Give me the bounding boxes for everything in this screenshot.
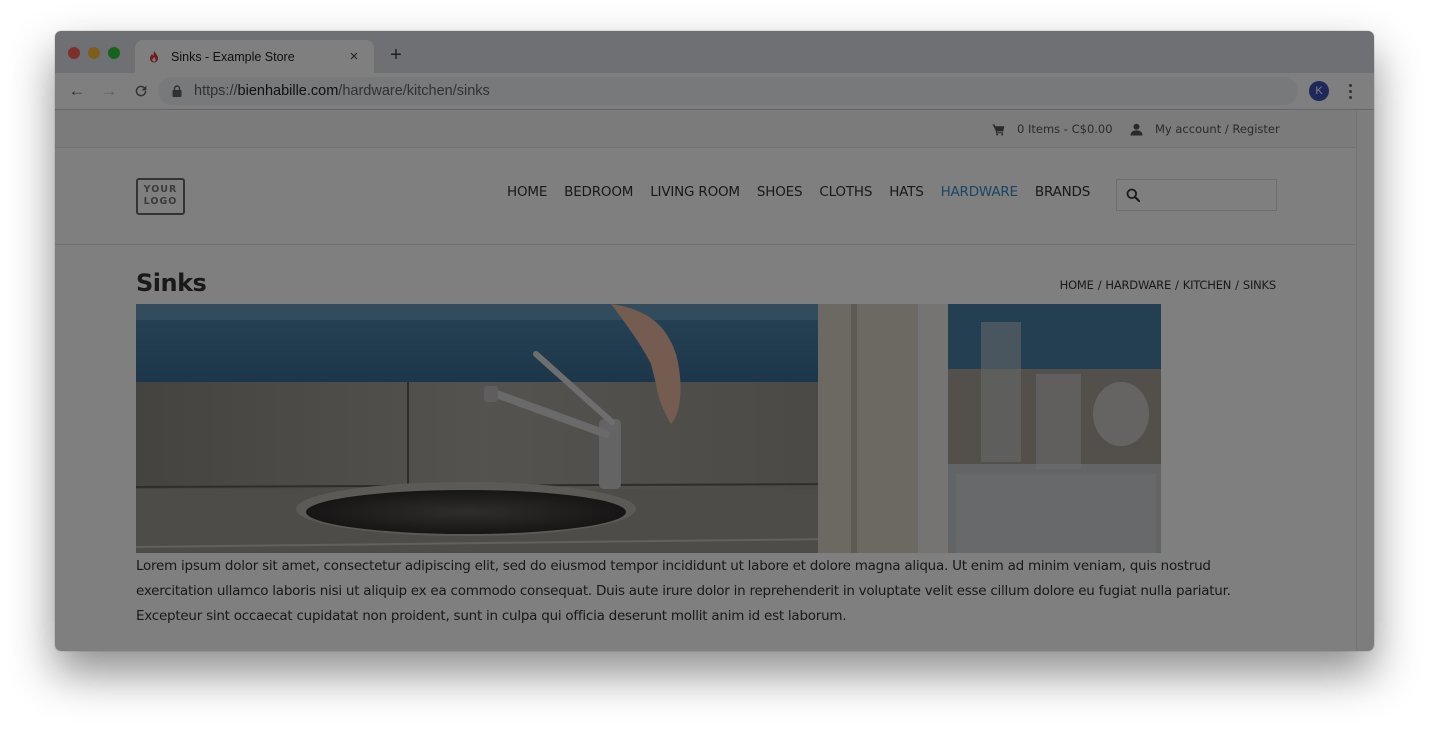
nav-item-living-room[interactable]: LIVING ROOM — [650, 184, 740, 200]
nav-item-hats[interactable]: HATS — [889, 184, 924, 200]
profile-avatar[interactable]: K — [1309, 81, 1329, 101]
top-bar: 0 Items - C$0.00 My account / Register — [55, 111, 1356, 148]
breadcrumb-separator: / — [1235, 278, 1239, 292]
search-icon[interactable] — [1126, 188, 1140, 202]
logo-line-2: LOGO — [143, 196, 178, 207]
nav-item-shoes[interactable]: SHOES — [757, 184, 803, 200]
breadcrumb-hardware[interactable]: HARDWARE — [1105, 278, 1171, 292]
browser-window: Sinks - Example Store × + ← → https://bi… — [55, 31, 1374, 651]
tab-strip: Sinks - Example Store × + — [55, 31, 1374, 73]
nav-item-hardware[interactable]: HARDWARE — [941, 184, 1019, 200]
kitchen-sink-photo — [136, 304, 1161, 553]
breadcrumb: HOME / HARDWARE / KITCHEN / SINKS — [1060, 278, 1277, 292]
user-icon — [1130, 123, 1143, 136]
flame-icon — [150, 50, 158, 62]
menu-dot — [1348, 83, 1352, 87]
nav-item-brands[interactable]: BRANDS — [1035, 184, 1090, 200]
hero-image — [136, 304, 1161, 553]
address-bar[interactable]: https://bienhabille.com/hardware/kitchen… — [158, 77, 1298, 105]
url-path: /hardware/kitchen/sinks — [338, 83, 490, 99]
search-input[interactable] — [1146, 181, 1276, 209]
lock-icon — [172, 85, 182, 97]
account-link[interactable]: My account / Register — [1130, 122, 1280, 136]
reload-button[interactable] — [129, 79, 153, 103]
breadcrumb-kitchen[interactable]: KITCHEN — [1183, 278, 1232, 292]
forward-button[interactable]: → — [97, 79, 121, 103]
site-logo[interactable]: YOUR LOGO — [136, 178, 185, 215]
main-nav: HOME BEDROOM LIVING ROOM SHOES CLOTHS HA… — [507, 184, 1090, 200]
browser-tab[interactable]: Sinks - Example Store × — [135, 40, 374, 73]
site-header: YOUR LOGO HOME BEDROOM LIVING ROOM SHOES… — [55, 148, 1356, 245]
nav-item-cloths[interactable]: CLOTHS — [819, 184, 872, 200]
search-box[interactable] — [1116, 179, 1277, 211]
menu-dot — [1348, 95, 1352, 99]
url-scheme: https:// — [194, 83, 238, 99]
category-description: Lorem ipsum dolor sit amet, consectetur … — [136, 558, 1231, 624]
url-host: bienhabille.com — [237, 83, 339, 99]
menu-dot — [1348, 89, 1352, 93]
page-viewport: 0 Items - C$0.00 My account / Register Y… — [55, 111, 1374, 651]
breadcrumb-separator: / — [1097, 278, 1102, 292]
logo-line-1: YOUR — [143, 184, 178, 195]
window-controls — [68, 47, 120, 59]
tab-title: Sinks - Example Store — [171, 49, 295, 64]
store-page: 0 Items - C$0.00 My account / Register Y… — [55, 111, 1356, 651]
window-close-button[interactable] — [68, 47, 80, 59]
new-tab-button[interactable]: + — [385, 44, 407, 66]
cart-link[interactable]: 0 Items - C$0.00 — [992, 122, 1113, 136]
nav-item-bedroom[interactable]: BEDROOM — [564, 184, 633, 200]
breadcrumb-home[interactable]: HOME — [1060, 278, 1094, 292]
browser-menu-button[interactable] — [1341, 79, 1359, 103]
page-title: Sinks — [136, 269, 207, 297]
tab-close-icon[interactable]: × — [346, 48, 362, 65]
back-button[interactable]: ← — [65, 79, 89, 103]
breadcrumb-separator: / — [1175, 278, 1179, 292]
window-minimize-button[interactable] — [88, 47, 100, 59]
cart-summary: 0 Items - C$0.00 — [1017, 122, 1113, 136]
account-text: My account / Register — [1155, 122, 1280, 136]
nav-item-home[interactable]: HOME — [507, 184, 547, 200]
shopping-cart-icon — [992, 123, 1005, 136]
browser-toolbar: ← → https://bienhabille.com/hardware/kit… — [55, 73, 1374, 110]
breadcrumb-current: SINKS — [1242, 278, 1276, 292]
window-maximize-button[interactable] — [108, 47, 120, 59]
scrollbar[interactable] — [1356, 111, 1374, 651]
reload-icon — [135, 85, 147, 97]
